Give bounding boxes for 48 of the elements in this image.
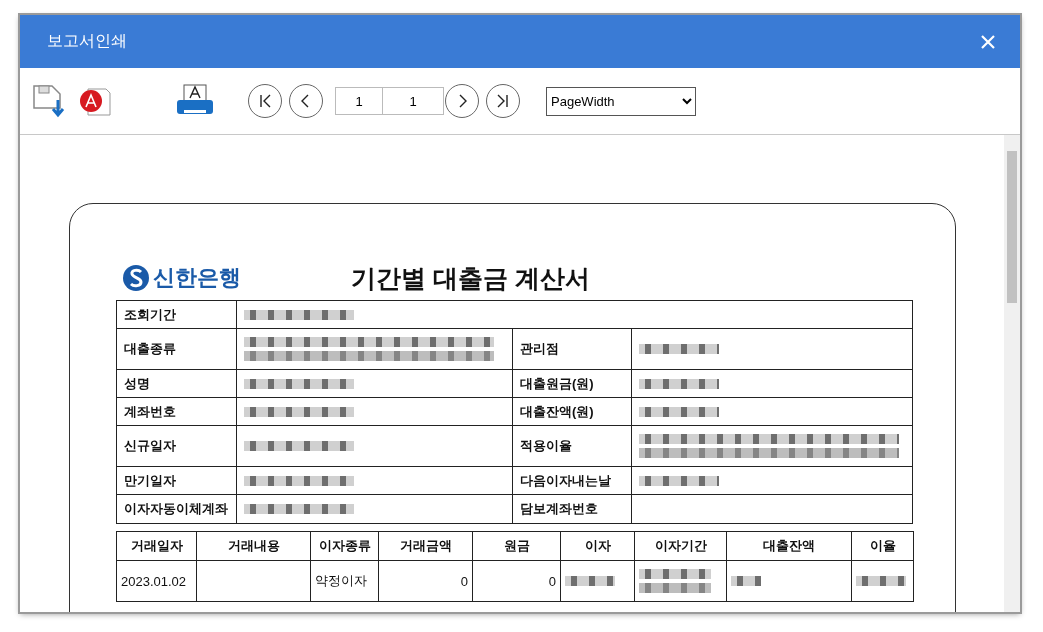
field-label: 신규일자 (116, 425, 237, 467)
zoom-dropdown[interactable]: PageWidth (546, 86, 696, 116)
window-title: 보고서인쇄 (47, 31, 128, 51)
field-label: 이자자동이체계좌 (116, 494, 237, 524)
field-label: 성명 (116, 369, 237, 398)
field-label: 관리점 (512, 328, 632, 370)
last-page-button[interactable] (486, 84, 520, 118)
next-page-button[interactable] (445, 84, 479, 118)
column-header: 이율 (851, 531, 914, 561)
field-label: 계좌번호 (116, 397, 237, 426)
field-label: 대출원금(원) (512, 369, 632, 398)
table-cell: 2023.01.02 (116, 560, 197, 602)
pdf-icon (78, 85, 112, 117)
column-header: 이자종류 (310, 531, 379, 561)
scrollbar[interactable] (1004, 135, 1020, 612)
first-page-button[interactable] (248, 84, 282, 118)
blurred-text (731, 576, 761, 586)
table-cell: 0 (472, 560, 561, 602)
close-icon (980, 33, 996, 50)
pdf-button[interactable] (78, 85, 112, 117)
blurred-text (856, 576, 906, 586)
field-label: 조회기간 (116, 300, 237, 329)
table-cell: 0 (378, 560, 473, 602)
column-header: 대출잔액 (726, 531, 852, 561)
bank-logo-icon (122, 264, 150, 292)
column-header: 원금 (472, 531, 561, 561)
last-page-icon (495, 93, 511, 109)
column-header: 거래내용 (196, 531, 311, 561)
close-button[interactable] (980, 33, 996, 50)
field-label: 다음이자내는날 (512, 466, 632, 495)
first-page-icon (257, 93, 273, 109)
column-header: 거래일자 (116, 531, 197, 561)
bank-name: 신한은행 (153, 264, 241, 292)
field-label: 대출잔액(원) (512, 397, 632, 426)
field-label: 적용이율 (512, 425, 632, 467)
report-title: 기간별 대출금 계산서 (351, 262, 590, 294)
column-header: 이자 (560, 531, 635, 561)
blurred-text (639, 569, 711, 593)
field-label: 대출종류 (116, 328, 237, 370)
page-count-field[interactable]: 1 (382, 87, 444, 115)
column-header: 거래금액 (378, 531, 473, 561)
field-label: 만기일자 (116, 466, 237, 495)
previous-page-button[interactable] (289, 84, 323, 118)
column-header: 이자기간 (634, 531, 727, 561)
field-label: 담보계좌번호 (512, 494, 632, 524)
page-number-field[interactable]: 1 (335, 87, 383, 115)
blurred-text (565, 576, 615, 586)
table-cell: 약정이자 (310, 560, 379, 602)
